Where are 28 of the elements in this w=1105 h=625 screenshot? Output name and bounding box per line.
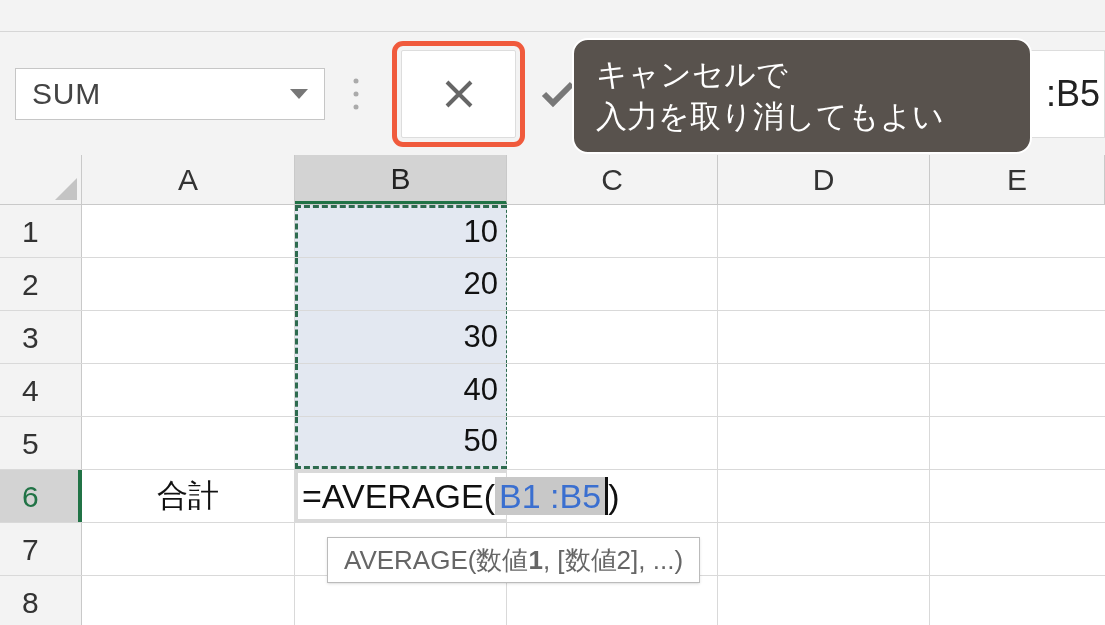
close-icon <box>443 78 474 109</box>
row-header[interactable]: 4 <box>0 364 82 416</box>
column-header[interactable]: C <box>507 155 718 204</box>
table-cell-text: 10 <box>463 213 498 252</box>
dropdown-icon <box>290 88 308 99</box>
name-box[interactable]: SUM <box>15 67 325 120</box>
table-cell-text: 40 <box>463 370 498 409</box>
cell-formula[interactable]: =AVERAGE(B1 :B5 ) <box>302 470 620 522</box>
function-hint-tooltip: AVERAGE(数値1, [数値2], ...) <box>327 537 701 583</box>
row-header[interactable]: 3 <box>0 311 82 363</box>
column-header[interactable]: D <box>718 155 930 204</box>
row-header[interactable]: 1 <box>0 205 82 257</box>
callout-text: キャンセルで <box>596 56 788 94</box>
row-header[interactable]: 6 <box>0 470 82 522</box>
table-cell-text: 20 <box>463 264 498 303</box>
row-header[interactable]: 8 <box>0 576 82 625</box>
table-cell-text: 50 <box>463 422 498 461</box>
row-header[interactable]: 5 <box>0 417 82 469</box>
callout-text: 入力を取り消してもよい <box>596 98 944 136</box>
row-header[interactable]: 7 <box>0 523 82 575</box>
column-header[interactable]: E <box>930 155 1105 204</box>
grip-icon <box>353 76 359 111</box>
table-cell-text: 30 <box>463 317 498 356</box>
row-header[interactable]: 2 <box>0 258 82 310</box>
column-header[interactable]: B <box>295 155 507 204</box>
triangle-icon <box>55 178 77 200</box>
table-cell-text: 合計 <box>157 476 219 515</box>
check-icon <box>541 79 575 108</box>
